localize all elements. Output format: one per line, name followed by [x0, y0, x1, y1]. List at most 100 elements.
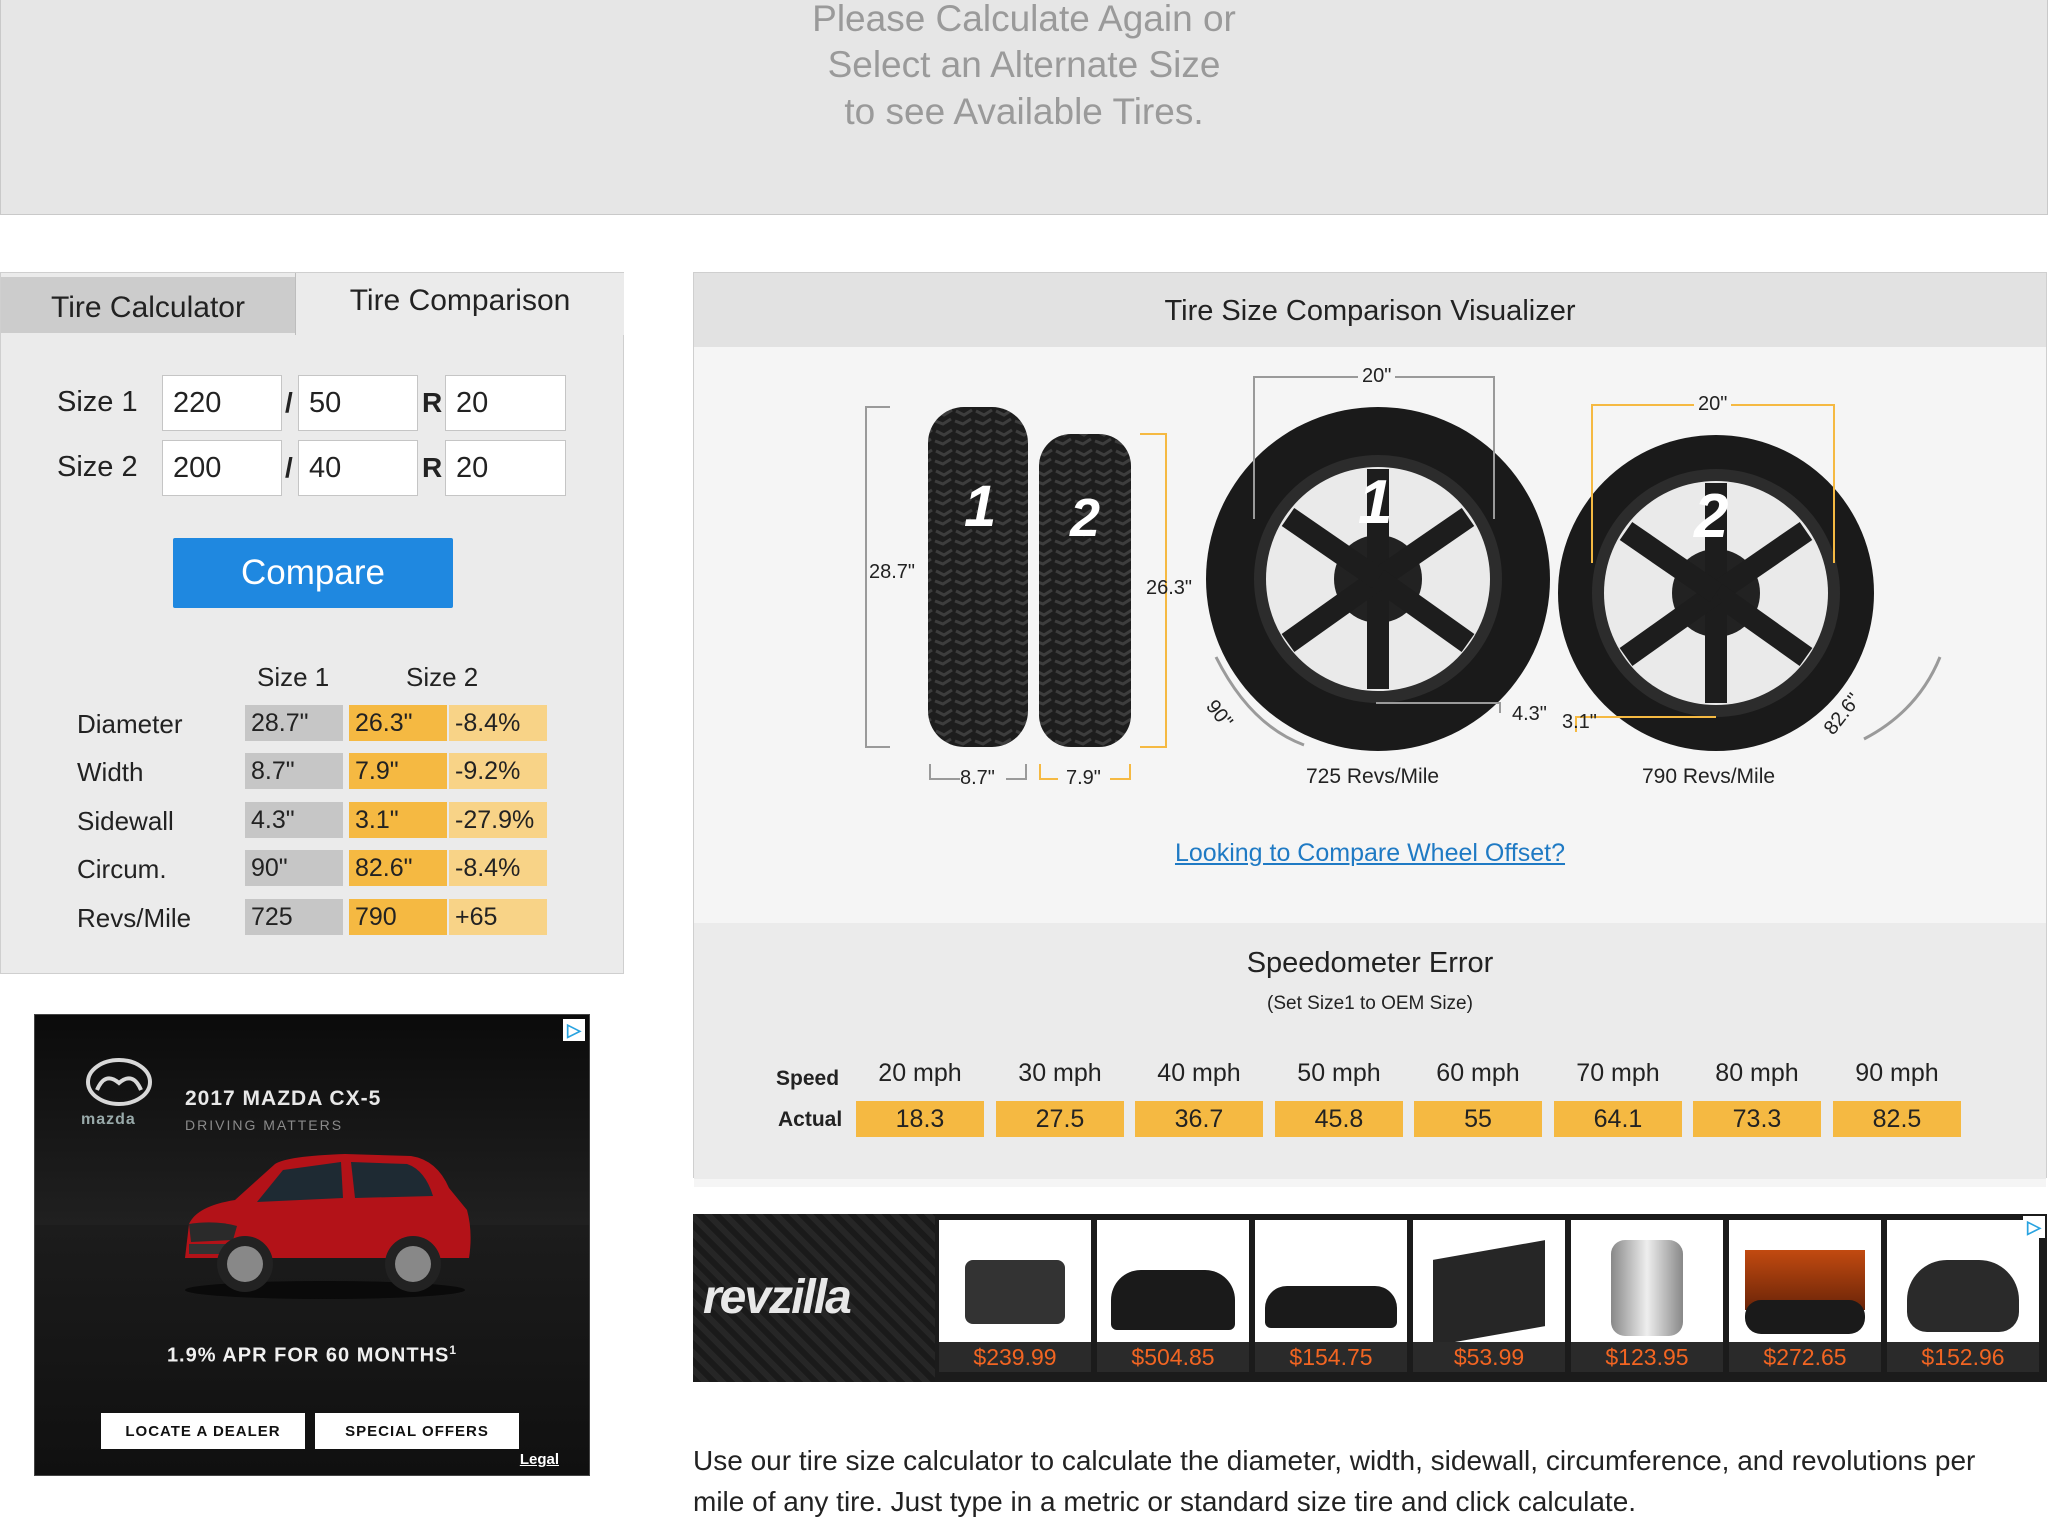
banner-line-1: Please Calculate Again or: [812, 0, 1236, 39]
special-offers-button[interactable]: SPECIAL OFFERS: [315, 1413, 519, 1449]
size2-value: 82.6": [349, 850, 447, 886]
difference-value: -9.2%: [449, 753, 547, 789]
tire1-diameter-label: 28.7": [869, 561, 916, 583]
size2-rim-input[interactable]: 20: [445, 440, 566, 496]
size2-width-input[interactable]: 200: [162, 440, 282, 496]
product-image: [1265, 1286, 1397, 1328]
tire-calculator-panel: Tire Calculator Tire Comparison Size 1 2…: [0, 272, 624, 974]
product-image: [1611, 1240, 1683, 1336]
wheel2-rim-label: 20": [1694, 393, 1732, 416]
difference-value: -8.4%: [449, 705, 547, 741]
banner-line-3: to see Available Tires.: [844, 91, 1204, 132]
product-gauge[interactable]: $239.99: [939, 1220, 1091, 1372]
product-price: $123.95: [1571, 1342, 1723, 1372]
wheel2-revs-label: 790 Revs/Mile: [1642, 765, 1776, 788]
size2-r-label: R: [422, 452, 443, 483]
product-price: $53.99: [1413, 1342, 1565, 1372]
tab-tire-calculator[interactable]: Tire Calculator: [1, 277, 296, 333]
row-label: Sidewall: [77, 806, 174, 836]
speed-value: 30 mph: [1018, 1059, 1102, 1087]
size1-value: 725: [245, 899, 343, 935]
tire1-number-label: 1: [964, 474, 997, 539]
product-chrome-part[interactable]: $123.95: [1571, 1220, 1723, 1372]
speed-row-label: Speed: [776, 1067, 840, 1090]
tab-tire-comparison[interactable]: Tire Comparison: [295, 273, 624, 335]
actual-speed-cell: 55: [1414, 1101, 1542, 1137]
size1-value: 4.3": [245, 802, 343, 838]
mazda-wordmark: mazda: [81, 1111, 136, 1128]
difference-value: -27.9%: [449, 802, 547, 838]
adchoices-icon[interactable]: ▷: [563, 1019, 585, 1041]
tire2-number-label: 2: [1070, 488, 1101, 548]
wheel2-number-label: 2: [1694, 482, 1729, 551]
product-price: $152.96: [1887, 1342, 2039, 1372]
row-label: Circum.: [77, 854, 167, 884]
speed-values-row: 20 mph 30 mph 40 mph 50 mph 60 mph 70 mp…: [856, 1059, 1996, 1099]
size1-aspect-input[interactable]: 50: [298, 375, 418, 431]
product-solo-seat[interactable]: $152.96: [1887, 1220, 2039, 1372]
size1-width-input[interactable]: 220: [162, 375, 282, 431]
locate-dealer-button[interactable]: LOCATE A DEALER: [101, 1413, 305, 1449]
compare-button[interactable]: Compare: [173, 538, 453, 608]
ad-legal-link[interactable]: Legal: [520, 1451, 559, 1468]
ad-model-name: 2017 MAZDA CX-5: [185, 1087, 382, 1110]
adchoices-icon[interactable]: ▷: [2023, 1216, 2045, 1238]
size1-value: 28.7": [245, 705, 343, 741]
ad-offer-footnote: 1: [449, 1343, 458, 1357]
banner-line-2: Select an Alternate Size: [827, 44, 1221, 85]
tire-visualizer-panel: Tire Size Comparison Visualizer 1 2 28.7…: [693, 272, 2047, 1187]
visualizer-title: Tire Size Comparison Visualizer: [694, 273, 2046, 347]
speed-value: 60 mph: [1436, 1059, 1520, 1087]
size1-slash: /: [285, 387, 293, 418]
actual-speed-cell: 36.7: [1135, 1101, 1263, 1137]
row-label: Width: [77, 757, 144, 787]
results-header-size2: Size 2: [406, 662, 479, 692]
wheel2-sidewall-label: 3.1": [1562, 711, 1597, 733]
tire2-tread-image: [1039, 434, 1131, 747]
ad-tagline: DRIVING MATTERS: [185, 1117, 344, 1133]
size1-label: Size 1: [57, 386, 138, 418]
speedometer-subtitle: (Set Size1 to OEM Size): [1267, 993, 1473, 1014]
size2-value: 7.9": [349, 753, 447, 789]
difference-value: +65: [449, 899, 547, 935]
size2-label: Size 2: [57, 451, 138, 483]
actual-speed-cell: 45.8: [1275, 1101, 1403, 1137]
product-bag[interactable]: $53.99: [1413, 1220, 1565, 1372]
revzilla-advertisement[interactable]: revzilla $239.99 $504.85 $154.75 $53.99 …: [693, 1214, 2047, 1382]
product-price: $154.75: [1255, 1342, 1407, 1372]
difference-value: -8.4%: [449, 850, 547, 886]
ad-offer-main: 1.9% APR FOR 60 MONTHS: [166, 1344, 450, 1367]
product-price: $504.85: [1097, 1342, 1249, 1372]
mazda-logo-icon: [86, 1058, 152, 1106]
wheel1-revs-label: 725 Revs/Mile: [1306, 765, 1440, 788]
product-image: [1907, 1260, 2019, 1332]
wheel1-number-label: 1: [1358, 468, 1393, 537]
tire2-width-label: 7.9": [1066, 767, 1101, 789]
tire1-width-label: 8.7": [960, 767, 995, 789]
size1-rim-input[interactable]: 20: [445, 375, 566, 431]
actual-speed-cell: 18.3: [856, 1101, 984, 1137]
wheel-offset-link[interactable]: Looking to Compare Wheel Offset?: [694, 839, 2046, 868]
speed-value: 50 mph: [1297, 1059, 1381, 1087]
wheel1-rim-label: 20": [1358, 365, 1396, 388]
speedometer-error-section: Speedometer Error (Set Size1 to OEM Size…: [694, 923, 2046, 1179]
wheel1-sidewall-label: 4.3": [1512, 703, 1547, 725]
product-seat[interactable]: $154.75: [1255, 1220, 1407, 1372]
actual-speed-cell: 64.1: [1554, 1101, 1682, 1137]
revzilla-wordmark: revzilla: [703, 1271, 852, 1324]
actual-speed-cell: 82.5: [1833, 1101, 1961, 1137]
size2-value: 26.3": [349, 705, 447, 741]
actual-speed-cell: 27.5: [996, 1101, 1124, 1137]
tire2-diameter-label: 26.3": [1146, 577, 1193, 599]
calculator-description: Use our tire size calculator to calculat…: [693, 1445, 1976, 1517]
speedometer-title: Speedometer Error: [1246, 947, 1494, 979]
product-backrest-seat[interactable]: $504.85: [1097, 1220, 1249, 1372]
product-price: $239.99: [939, 1342, 1091, 1372]
size2-aspect-input[interactable]: 40: [298, 440, 418, 496]
mazda-advertisement[interactable]: ▷ mazda 2017 MAZDA CX-5 DRIVING MATTERS …: [34, 1014, 590, 1476]
product-seat-orange[interactable]: $272.65: [1729, 1220, 1881, 1372]
speed-value: 70 mph: [1576, 1059, 1660, 1087]
product-image: [1745, 1300, 1865, 1334]
actual-values-row: 18.3 27.5 36.7 45.8 55 64.1 73.3 82.5: [856, 1101, 1996, 1139]
row-label: Revs/Mile: [77, 903, 192, 933]
